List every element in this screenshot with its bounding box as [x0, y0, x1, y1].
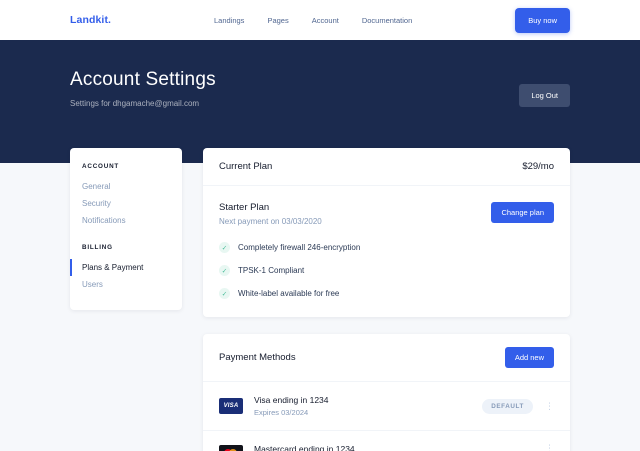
current-plan-title: Current Plan: [219, 161, 272, 172]
nav-link-landings[interactable]: Landings: [214, 16, 244, 25]
payment-method-info: Visa ending in 1234 Expires 03/2024: [254, 395, 482, 417]
page-subtitle: Settings for dhgamache@gmail.com: [70, 99, 216, 108]
feature-item: ✓ TPSK-1 Compliant: [219, 265, 554, 276]
feature-label: TPSK-1 Compliant: [238, 266, 304, 275]
default-badge: DEFAULT: [482, 399, 533, 414]
current-plan-body: Starter Plan Next payment on 03/03/2020 …: [203, 186, 570, 317]
feature-label: Completely firewall 246-encryption: [238, 243, 360, 252]
sidebar-item-users[interactable]: Users: [70, 276, 182, 293]
nav-link-pages[interactable]: Pages: [267, 16, 288, 25]
plan-next-payment: Next payment on 03/03/2020: [219, 217, 322, 226]
nav-links: Landings Pages Account Documentation: [111, 16, 515, 25]
plan-info: Starter Plan Next payment on 03/03/2020: [219, 202, 322, 226]
change-plan-button[interactable]: Change plan: [491, 202, 554, 223]
payment-method-expiry: Expires 03/2024: [254, 408, 482, 417]
sidebar-heading-billing: BILLING: [70, 244, 182, 251]
log-out-button[interactable]: Log Out: [519, 84, 570, 107]
check-icon: ✓: [219, 265, 230, 276]
payment-methods-header: Payment Methods Add new: [203, 334, 570, 382]
current-plan-header: Current Plan $29/mo: [203, 148, 570, 186]
sidebar-heading-account: ACCOUNT: [70, 163, 182, 170]
navbar: Landkit. Landings Pages Account Document…: [0, 0, 640, 40]
brand-logo[interactable]: Landkit.: [70, 14, 111, 26]
buy-now-button[interactable]: Buy now: [515, 8, 570, 33]
plan-features-list: ✓ Completely firewall 246-encryption ✓ T…: [219, 242, 554, 299]
page-title: Account Settings: [70, 69, 216, 91]
plan-name: Starter Plan: [219, 202, 322, 213]
current-plan-price: $29/mo: [522, 161, 554, 172]
payment-method-row-mastercard: Mastercard ending in 1234 ⋮: [203, 430, 570, 451]
payment-method-row-visa: VISA Visa ending in 1234 Expires 03/2024…: [203, 382, 570, 430]
add-new-button[interactable]: Add new: [505, 347, 554, 368]
sidebar-item-plans-payment[interactable]: Plans & Payment: [70, 259, 182, 276]
payment-method-title: Visa ending in 1234: [254, 395, 482, 405]
sidebar-item-security[interactable]: Security: [70, 195, 182, 212]
hero-text: Account Settings Settings for dhgamache@…: [70, 69, 216, 108]
feature-item: ✓ White-label available for free: [219, 288, 554, 299]
current-plan-card: Current Plan $29/mo Starter Plan Next pa…: [203, 148, 570, 317]
kebab-menu-icon[interactable]: ⋮: [545, 402, 554, 411]
payment-methods-card: Payment Methods Add new VISA Visa ending…: [203, 334, 570, 451]
payment-methods-title: Payment Methods: [219, 352, 296, 363]
check-icon: ✓: [219, 242, 230, 253]
sidebar-item-notifications[interactable]: Notifications: [70, 212, 182, 229]
main-column: Current Plan $29/mo Starter Plan Next pa…: [203, 148, 570, 451]
sidebar-item-general[interactable]: General: [70, 178, 182, 195]
nav-link-documentation[interactable]: Documentation: [362, 16, 412, 25]
hero-banner: Account Settings Settings for dhgamache@…: [0, 40, 640, 163]
content-area: ACCOUNT General Security Notifications B…: [70, 148, 570, 451]
payment-method-info: Mastercard ending in 1234: [254, 444, 533, 451]
check-icon: ✓: [219, 288, 230, 299]
mastercard-logo: [219, 445, 243, 451]
nav-link-account[interactable]: Account: [312, 16, 339, 25]
kebab-menu-icon[interactable]: ⋮: [545, 444, 554, 451]
payment-method-title: Mastercard ending in 1234: [254, 444, 533, 451]
settings-sidebar: ACCOUNT General Security Notifications B…: [70, 148, 182, 310]
feature-item: ✓ Completely firewall 246-encryption: [219, 242, 554, 253]
feature-label: White-label available for free: [238, 289, 339, 298]
visa-logo: VISA: [219, 398, 243, 414]
